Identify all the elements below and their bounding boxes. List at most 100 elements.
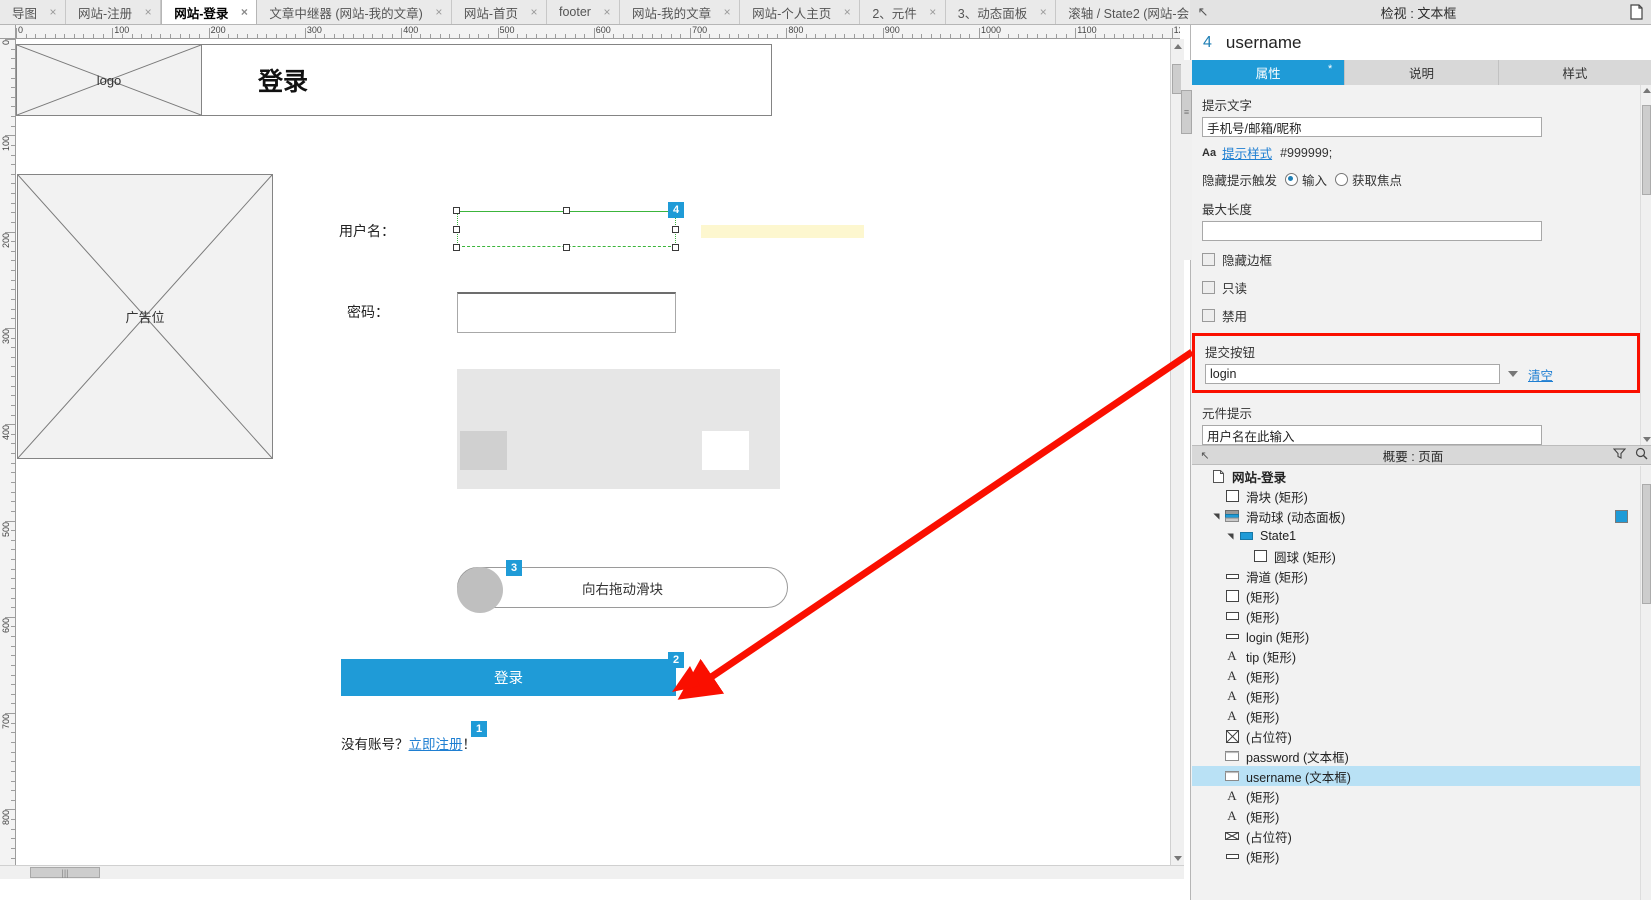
hint-text-input[interactable] — [1202, 117, 1542, 137]
scroll-down-button[interactable] — [1171, 851, 1185, 865]
outline-row[interactable]: password (文本框) — [1192, 746, 1640, 766]
scrollbar-thumb[interactable] — [1642, 105, 1651, 195]
collapse-arrow-icon[interactable]: ↖ — [1192, 449, 1218, 462]
clear-link[interactable]: 清空 — [1528, 365, 1553, 384]
filter-icon[interactable] — [1608, 448, 1630, 462]
disabled-row[interactable]: 禁用 — [1202, 306, 1640, 325]
login-button-shape[interactable]: 登录 — [341, 659, 676, 696]
scroll-down-button[interactable] — [1643, 437, 1651, 442]
scroll-up-button[interactable] — [1643, 88, 1651, 93]
page-tab-1[interactable]: 网站-注册 × — [66, 0, 162, 24]
outline-row[interactable]: A (矩形) — [1192, 786, 1640, 806]
close-icon[interactable]: × — [433, 5, 445, 19]
close-icon[interactable]: × — [841, 5, 853, 19]
resize-handle-s[interactable] — [563, 244, 570, 251]
close-icon[interactable]: × — [528, 5, 540, 19]
register-link[interactable]: 立即注册 — [409, 737, 463, 752]
close-icon[interactable]: × — [1037, 5, 1049, 19]
inspector-tab-0[interactable]: 属性 * — [1192, 60, 1346, 85]
element-tip-input[interactable] — [1202, 425, 1542, 445]
page-header-block[interactable]: 登录 — [202, 44, 772, 116]
outline-row[interactable]: ◢ State1 — [1192, 526, 1640, 546]
outline-row[interactable]: 网站-登录 — [1192, 466, 1640, 486]
panel-left-scrollbar[interactable]: ≡ — [1181, 60, 1192, 260]
close-icon[interactable]: × — [721, 5, 733, 19]
document-icon[interactable] — [1621, 4, 1651, 20]
password-textbox[interactable] — [457, 292, 676, 333]
scrollbar-thumb[interactable]: ≡ — [1181, 90, 1192, 134]
username-textbox[interactable] — [457, 211, 676, 247]
page-tab-0[interactable]: 导图 × — [0, 0, 67, 24]
checkbox-disabled[interactable] — [1202, 309, 1215, 322]
resize-handle-se[interactable] — [672, 244, 679, 251]
outline-row[interactable]: login (矩形) — [1192, 626, 1640, 646]
checkbox-readonly[interactable] — [1202, 281, 1215, 294]
scroll-up-button[interactable] — [1171, 39, 1185, 53]
ad-placeholder[interactable]: 广告位 — [17, 174, 273, 459]
outline-row[interactable]: 圆球 (矩形) — [1192, 546, 1640, 566]
page-tab-2[interactable]: 网站-登录 × — [161, 0, 258, 24]
page-tab-9[interactable]: 3、动态面板 × — [945, 0, 1057, 24]
close-icon[interactable]: × — [927, 5, 939, 19]
resize-handle-e[interactable] — [672, 226, 679, 233]
close-icon[interactable]: × — [601, 5, 613, 19]
close-icon[interactable]: × — [142, 5, 154, 19]
resize-handle-w[interactable] — [453, 226, 460, 233]
outline-row[interactable]: 滑块 (矩形) — [1192, 486, 1640, 506]
outline-row[interactable]: ◢ 滑动球 (动态面板) — [1192, 506, 1640, 526]
max-length-input[interactable] — [1202, 221, 1542, 241]
chevron-down-icon[interactable] — [1508, 371, 1518, 377]
outline-row[interactable]: (占位符) — [1192, 726, 1640, 746]
page-tab-7[interactable]: 网站-个人主页 × — [740, 0, 861, 24]
outline-row[interactable]: (矩形) — [1192, 846, 1640, 866]
outline-row[interactable]: Atip (矩形) — [1192, 646, 1640, 666]
image-placeholder-block[interactable] — [457, 369, 780, 489]
outline-row[interactable]: (占位符) — [1192, 826, 1640, 846]
annotation-badge-register[interactable]: 1 — [471, 721, 487, 737]
outline-row[interactable]: username (文本框) — [1192, 766, 1640, 786]
checkbox-hide-border[interactable] — [1202, 253, 1215, 266]
outline-vertical-scrollbar[interactable] — [1640, 466, 1651, 900]
radio-input-on-focus[interactable] — [1335, 173, 1349, 186]
outline-row[interactable]: A (矩形) — [1192, 686, 1640, 706]
logo-placeholder[interactable]: logo — [16, 44, 202, 116]
page-tab-4[interactable]: 网站-首页 × — [451, 0, 547, 24]
page-tab-8[interactable]: 2、元件 × — [860, 0, 946, 24]
radio-input-on-type[interactable] — [1285, 173, 1299, 186]
resize-handle-sw[interactable] — [453, 244, 460, 251]
page-tab-3[interactable]: 文章中继器 (网站-我的文章) × — [257, 0, 452, 24]
page-tab-5[interactable]: footer × — [547, 0, 620, 24]
resize-handle-nw[interactable] — [453, 207, 460, 214]
close-icon[interactable]: × — [238, 5, 250, 19]
hide-border-row[interactable]: 隐藏边框 — [1202, 250, 1640, 269]
annotation-badge-username[interactable]: 4 — [668, 202, 684, 218]
outline-row[interactable]: A (矩形) — [1192, 666, 1640, 686]
annotation-badge-login[interactable]: 2 — [668, 652, 684, 668]
scrollbar-thumb[interactable] — [1642, 484, 1651, 604]
expand-collapse-arrow-icon[interactable]: ◢ — [1226, 530, 1235, 542]
readonly-row[interactable]: 只读 — [1202, 278, 1640, 297]
search-icon[interactable] — [1630, 447, 1651, 463]
submit-button-input[interactable] — [1205, 364, 1500, 384]
annotation-badge-slider[interactable]: 3 — [506, 560, 522, 576]
inspector-tab-1[interactable]: 说明 — [1345, 60, 1499, 85]
scrollbar-thumb[interactable]: ||| — [30, 867, 100, 878]
close-icon[interactable]: × — [47, 5, 59, 19]
outline-tree[interactable]: 网站-登录 滑块 (矩形) ◢ 滑动球 (动态面板) ◢ State1 圆球 (矩形) 滑道 … — [1192, 466, 1640, 900]
hint-style-link[interactable]: 提示样式 — [1222, 143, 1272, 162]
page-tab-6[interactable]: 网站-我的文章 × — [619, 0, 741, 24]
slider-handle[interactable] — [457, 567, 503, 613]
outline-row[interactable]: A (矩形) — [1192, 806, 1640, 826]
username-textbox-selected[interactable]: 4 — [453, 202, 684, 251]
collapse-arrow-icon[interactable]: ↖ — [1190, 4, 1216, 20]
panel-state-indicator[interactable] — [1615, 509, 1628, 523]
outline-row[interactable]: A (矩形) — [1192, 706, 1640, 726]
properties-vertical-scrollbar[interactable] — [1640, 85, 1651, 445]
design-canvas[interactable]: logo 登录 广告位 用户名： 密码： 4 向右拖动滑块 3 登录 2 没有账… — [16, 39, 1180, 865]
resize-handle-n[interactable] — [563, 207, 570, 214]
expand-collapse-arrow-icon[interactable]: ◢ — [1212, 510, 1221, 522]
inspector-tab-2[interactable]: 样式 — [1498, 60, 1651, 85]
canvas-horizontal-scrollbar[interactable]: ||| — [0, 865, 1184, 879]
outline-row[interactable]: (矩形) — [1192, 586, 1640, 606]
outline-row[interactable]: (矩形) — [1192, 606, 1640, 626]
